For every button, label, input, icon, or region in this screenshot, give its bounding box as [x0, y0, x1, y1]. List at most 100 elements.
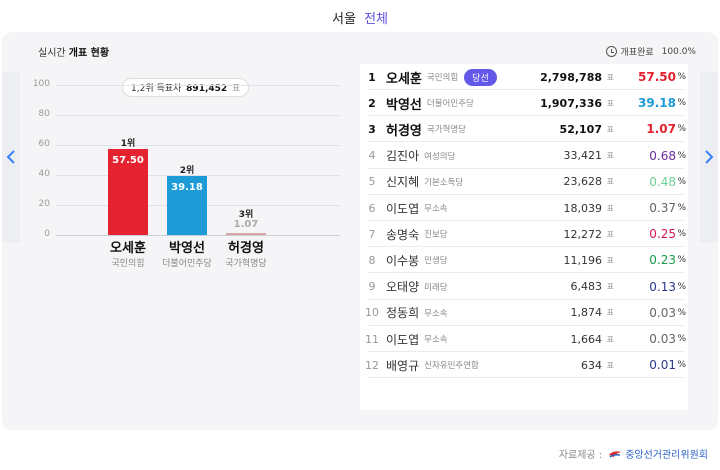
table-row: 2 박영선 더불어민주당 1,907,336 표 39.18%	[360, 90, 688, 117]
y-tick-label: 100	[32, 79, 50, 89]
vote-percent: 0.01	[649, 358, 676, 373]
candidate-name: 오태양	[386, 280, 420, 295]
rank-number: 11	[365, 332, 379, 346]
panel-title: 실시간 개표 현황	[38, 48, 110, 59]
percent-unit: %	[677, 124, 686, 135]
candidate-name: 박영선	[386, 97, 422, 113]
rank-number: 1	[368, 70, 376, 84]
vote-percent: 57.50	[638, 70, 676, 84]
vote-count: 52,107	[559, 122, 602, 136]
candidate-name: 신지혜	[386, 175, 420, 190]
party-name: 민생당	[424, 256, 448, 267]
y-tick-label: 40	[38, 169, 50, 179]
rank-number: 3	[368, 122, 376, 136]
count-status: 개표완료 100.0%	[605, 45, 696, 58]
prev-arrow-button[interactable]	[2, 72, 20, 242]
party-name: 무소속	[424, 204, 448, 214]
chevron-right-icon	[705, 150, 714, 164]
clock-icon	[605, 46, 617, 57]
candidate-name: 오세훈	[386, 71, 422, 87]
party-name: 여성의당	[424, 151, 456, 162]
vote-count: 6,483	[570, 280, 603, 294]
rank-number: 6	[368, 201, 376, 215]
percent-unit: %	[677, 98, 686, 109]
vote-percent: 0.37	[649, 201, 676, 215]
table-row: 10 정동희 무소속 1,874 표 0.03%	[360, 300, 688, 326]
vote-count: 23,628	[563, 175, 603, 189]
candidate-name: 배영규	[386, 358, 420, 373]
y-tick-label: 0	[44, 229, 50, 239]
rank-number: 5	[368, 175, 376, 189]
bar-value-label: 1.07	[233, 219, 259, 230]
vote-share-chart: 1,2위 득표차 891,452 표 100 80 60 40 20 0 57.50 1위 오세…	[22, 70, 342, 350]
gridline	[56, 85, 340, 86]
percent-unit: %	[677, 334, 686, 344]
status-label: 개표완료	[620, 48, 654, 58]
party-name: 진보당	[424, 230, 448, 241]
y-tick-label: 60	[38, 139, 50, 149]
data-source: 자료제공 : 중앙선거관리위원회	[559, 446, 708, 461]
candidate-name: 김진아	[386, 149, 420, 164]
row-divider	[368, 377, 684, 379]
percent-unit: %	[677, 203, 686, 213]
candidate-name: 허경영	[228, 241, 264, 256]
results-table: 1 오세훈 국민의힘 당선 2,798,788 표 57.50% 2 박영선 더불어민주당 1,90…	[360, 64, 688, 410]
party-name: 무소속	[424, 308, 448, 319]
rank-number: 7	[368, 227, 376, 241]
vote-percent: 0.25	[649, 227, 676, 242]
bar-value-label: 39.18	[171, 182, 203, 194]
percent-unit: %	[677, 307, 686, 318]
party-name: 신자유민주연합	[424, 361, 479, 372]
table-row: 6 이도엽 무소속 18,039 표 0.37%	[360, 195, 688, 221]
bar-2: 39.18	[167, 176, 207, 235]
percent-unit: %	[677, 360, 686, 371]
percent-unit: %	[677, 281, 686, 292]
table-row: 11 이도엽 무소속 1,664 표 0.03%	[360, 326, 688, 352]
vote-count: 2,798,788	[540, 70, 602, 84]
percent-unit: %	[677, 150, 686, 161]
table-row: 9 오태양 미래당 6,483 표 0.13%	[360, 274, 688, 300]
candidate-name: 허경영	[386, 123, 422, 139]
vote-percent: 0.48	[649, 174, 676, 189]
table-row: 4 김진아 여성의당 33,421 표 0.68%	[360, 143, 688, 169]
vote-percent: 0.68	[649, 148, 676, 163]
bar-3	[226, 233, 266, 235]
percent-unit: %	[677, 176, 686, 187]
percent-unit: %	[677, 72, 686, 82]
vote-unit: 표	[606, 360, 614, 370]
region-tab[interactable]: 서울	[332, 12, 356, 27]
party-name: 국가혁명당	[426, 125, 466, 136]
vote-percent: 39.18	[638, 96, 676, 111]
bar-rank-label: 1위	[120, 138, 136, 149]
nec-logo-icon	[609, 450, 622, 458]
source-org-link[interactable]: 중앙선거관리위원회	[625, 446, 708, 461]
vote-percent: 1.07	[646, 122, 676, 137]
vote-percent: 0.03	[649, 305, 676, 320]
vote-count: 11,196	[563, 253, 603, 267]
party-name: 무소속	[424, 335, 448, 345]
party-name: 미래당	[424, 282, 448, 293]
vote-count: 634	[581, 358, 602, 372]
vote-unit: 표	[606, 203, 614, 213]
percent-unit: %	[677, 229, 686, 240]
scope-tab-all[interactable]: 전체	[364, 12, 388, 27]
y-tick-label: 20	[38, 199, 50, 209]
vote-count: 18,039	[563, 201, 603, 215]
vote-count: 12,272	[563, 227, 603, 241]
vote-unit: 표	[606, 177, 614, 187]
vote-unit: 표	[606, 124, 614, 134]
rank-number: 12	[365, 358, 379, 372]
bar-value-label: 57.50	[112, 154, 144, 166]
candidate-name: 이도엽	[386, 201, 420, 216]
table-row: 5 신지혜 기본소득당 23,628 표 0.48%	[360, 169, 688, 195]
table-row: 7 송명숙 진보당 12,272 표 0.25%	[360, 221, 688, 248]
gridline	[56, 145, 340, 146]
table-row: 12 배영규 신자유민주연합 634 표 0.01%	[360, 352, 688, 379]
y-tick-label: 80	[38, 109, 50, 119]
candidate-name: 이수봉	[386, 253, 420, 268]
vote-unit: 표	[606, 72, 614, 82]
table-row: 1 오세훈 국민의힘 당선 2,798,788 표 57.50%	[360, 64, 688, 90]
percent-unit: %	[677, 255, 686, 266]
next-arrow-button[interactable]	[700, 72, 718, 242]
vote-gap-pill: 1,2위 득표차 891,452 표	[122, 78, 250, 97]
